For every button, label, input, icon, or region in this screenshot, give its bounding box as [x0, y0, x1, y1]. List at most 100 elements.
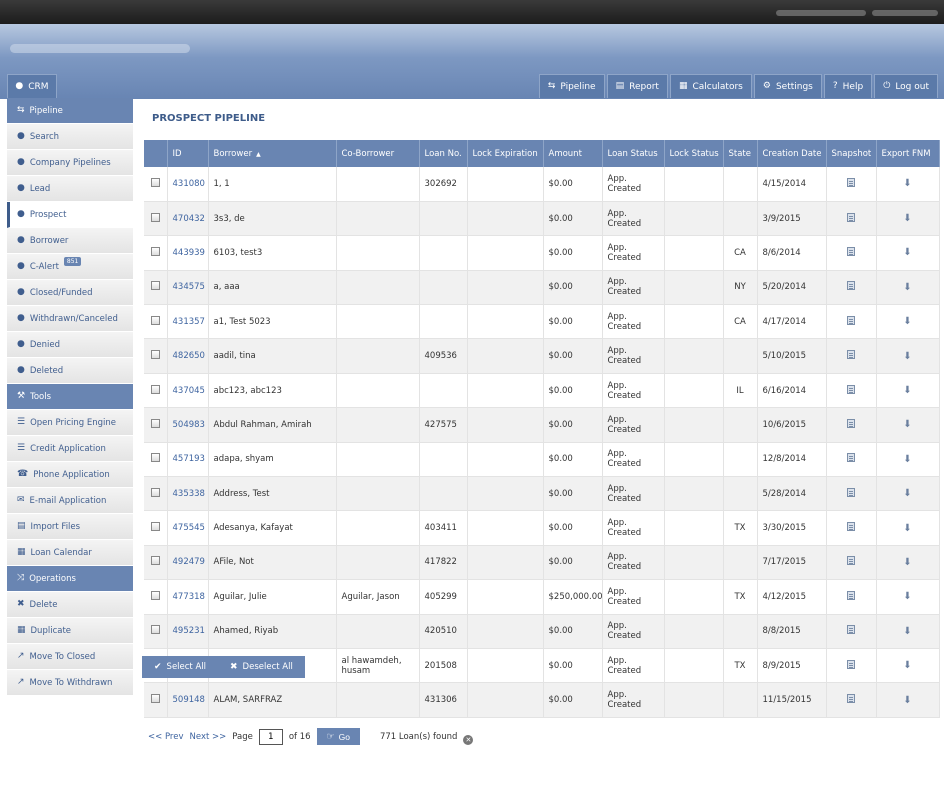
loan-id-link[interactable]: 477318 [167, 579, 209, 615]
loan-id-link[interactable]: 457193 [167, 442, 209, 478]
sidebar-item-withdrawn-canceled[interactable]: ● Withdrawn/Canceled [7, 306, 133, 332]
sidebar-item-lead[interactable]: ● Lead [7, 176, 133, 202]
download-icon[interactable]: ⬇ [903, 454, 911, 465]
column-header-lock-expiration[interactable]: Lock Expiration [467, 140, 544, 167]
row-checkbox[interactable] [150, 694, 160, 704]
tab-log-out[interactable]: ⏻ Log out [874, 74, 938, 98]
snapshot-icon[interactable] [847, 281, 855, 291]
table-row[interactable]: 434575 a, aaa $0.00 App. Created NY 5/20/2014 ⬇ [144, 270, 940, 306]
loan-id-link[interactable]: 482650 [167, 338, 209, 374]
table-row[interactable]: 492479 AFile, Not 417822 $0.00 App. Created 7/… [144, 545, 940, 581]
row-checkbox[interactable] [150, 590, 160, 600]
row-checkbox[interactable] [150, 522, 160, 532]
snapshot-icon[interactable] [847, 522, 855, 532]
loan-id-link[interactable]: 509148 [167, 682, 209, 718]
column-header-state[interactable]: State [723, 140, 758, 167]
tab-calculators[interactable]: ▦ Calculators [669, 74, 752, 98]
sidebar-item-closed-funded[interactable]: ● Closed/Funded [7, 280, 133, 306]
snapshot-icon[interactable] [847, 659, 855, 669]
snapshot-icon[interactable] [847, 556, 855, 566]
column-header-creation-date[interactable]: Creation Date [757, 140, 827, 167]
column-header-id[interactable]: ID [167, 140, 209, 167]
table-row[interactable]: 431357 a1, Test 5023 $0.00 App. Created CA 4/1… [144, 304, 940, 340]
sidebar-item-tools[interactable]: ⚒ Tools [7, 384, 133, 410]
prev-page-link[interactable]: << Prev [148, 732, 184, 742]
row-checkbox[interactable] [150, 418, 160, 428]
download-icon[interactable]: ⬇ [903, 247, 911, 258]
download-icon[interactable]: ⬇ [903, 557, 911, 568]
download-icon[interactable]: ⬇ [903, 488, 911, 499]
table-row[interactable]: 475545 Adesanya, Kafayat 403411 $0.00 App. Cr… [144, 510, 940, 546]
loan-id-link[interactable]: 431080 [167, 167, 209, 202]
download-icon[interactable]: ⬇ [903, 660, 911, 671]
loan-id-link[interactable]: 431357 [167, 304, 209, 340]
sidebar-item-move-to-withdrawn[interactable]: ↗ Move To Withdrawn [7, 670, 133, 696]
loan-id-link[interactable]: 435338 [167, 476, 209, 512]
snapshot-icon[interactable] [847, 418, 855, 428]
loan-id-link[interactable]: 437045 [167, 373, 209, 409]
sidebar-item-import-files[interactable]: ▤ Import Files [7, 514, 133, 540]
snapshot-icon[interactable] [847, 212, 855, 222]
column-header-amount[interactable]: Amount [543, 140, 603, 167]
snapshot-icon[interactable] [847, 453, 855, 463]
download-icon[interactable]: ⬇ [903, 282, 911, 293]
sidebar-item-search[interactable]: ● Search [7, 124, 133, 150]
snapshot-icon[interactable] [847, 246, 855, 256]
tab-settings[interactable]: ⚙ Settings [753, 74, 822, 98]
tab-help[interactable]: ? Help [823, 74, 873, 98]
go-button[interactable]: ☞ Go [316, 728, 360, 745]
table-row[interactable]: 431080 1, 1 302692 $0.00 App. Created 4/15/201… [144, 167, 940, 202]
loan-id-link[interactable]: 434575 [167, 270, 209, 306]
download-icon[interactable]: ⬇ [903, 316, 911, 327]
tab-pipeline[interactable]: ⇆ Pipeline [538, 74, 605, 98]
snapshot-icon[interactable] [847, 177, 855, 187]
sidebar-item-move-to-closed[interactable]: ↗ Move To Closed [7, 644, 133, 670]
table-row[interactable]: 509148 ALAM, SARFRAZ 431306 $0.00 App. Create… [144, 682, 940, 718]
snapshot-icon[interactable] [847, 315, 855, 325]
row-checkbox[interactable] [150, 315, 160, 325]
loan-id-link[interactable]: 492479 [167, 545, 209, 581]
snapshot-icon[interactable] [847, 590, 855, 600]
download-icon[interactable]: ⬇ [903, 351, 911, 362]
sidebar-item-denied[interactable]: ● Denied [7, 332, 133, 358]
loan-id-link[interactable]: 495231 [167, 614, 209, 649]
table-row[interactable]: 482650 aadil, tina 409536 $0.00 App. Created 5… [144, 338, 940, 374]
download-icon[interactable]: ⬇ [903, 626, 911, 637]
loan-id-link[interactable]: 470432 [167, 201, 209, 237]
download-icon[interactable]: ⬇ [903, 419, 911, 430]
row-checkbox[interactable] [150, 281, 160, 291]
sidebar-item-duplicate[interactable]: ▦ Duplicate [7, 618, 133, 644]
table-row[interactable]: 443939 6103, test3 $0.00 App. Created CA 8/6/2… [144, 235, 940, 271]
download-icon[interactable]: ⬇ [903, 591, 911, 602]
next-page-link[interactable]: Next >> [190, 732, 227, 742]
table-row[interactable]: 495231 Ahamed, Riyab 420510 $0.00 App. Create… [144, 614, 940, 649]
sidebar-item-credit-application[interactable]: ☰ Credit Application [7, 436, 133, 462]
row-checkbox[interactable] [150, 350, 160, 360]
column-header-export-fnm[interactable]: Export FNM [876, 140, 940, 167]
sidebar-item-deleted[interactable]: ● Deleted [7, 358, 133, 384]
download-icon[interactable]: ⬇ [903, 695, 911, 706]
loan-id-link[interactable]: 475545 [167, 510, 209, 546]
row-checkbox[interactable] [150, 246, 160, 256]
download-icon[interactable]: ⬇ [903, 385, 911, 396]
page-number-input[interactable] [258, 728, 283, 745]
row-checkbox[interactable] [150, 487, 160, 497]
snapshot-icon[interactable] [847, 487, 855, 497]
row-checkbox[interactable] [150, 556, 160, 566]
sidebar-item-prospect[interactable]: ● Prospect [7, 202, 133, 228]
clear-icon[interactable]: ✕ [463, 734, 474, 745]
snapshot-icon[interactable] [847, 350, 855, 360]
sidebar-item-company-pipelines[interactable]: ● Company Pipelines [7, 150, 133, 176]
table-row[interactable]: 477318 Aguilar, Julie Aguilar, Jason 405299… [144, 579, 940, 615]
snapshot-icon[interactable] [847, 384, 855, 394]
snapshot-icon[interactable] [847, 694, 855, 704]
row-checkbox[interactable] [150, 384, 160, 394]
select-all-button[interactable]: ✔ Select All [142, 656, 219, 678]
column-header-snapshot[interactable]: Snapshot [826, 140, 877, 167]
table-row[interactable]: 470432 3s3, de $0.00 App. Created 3/9/2015 ⬇ [144, 201, 940, 237]
tab-report[interactable]: ▤ Report [606, 74, 668, 98]
sidebar-item-pipeline[interactable]: ⇆ Pipeline [7, 98, 133, 124]
row-checkbox[interactable] [150, 177, 160, 187]
sidebar-item-phone-application[interactable]: ☎ Phone Application [7, 462, 133, 488]
column-header-loan-status[interactable]: Loan Status [602, 140, 665, 167]
